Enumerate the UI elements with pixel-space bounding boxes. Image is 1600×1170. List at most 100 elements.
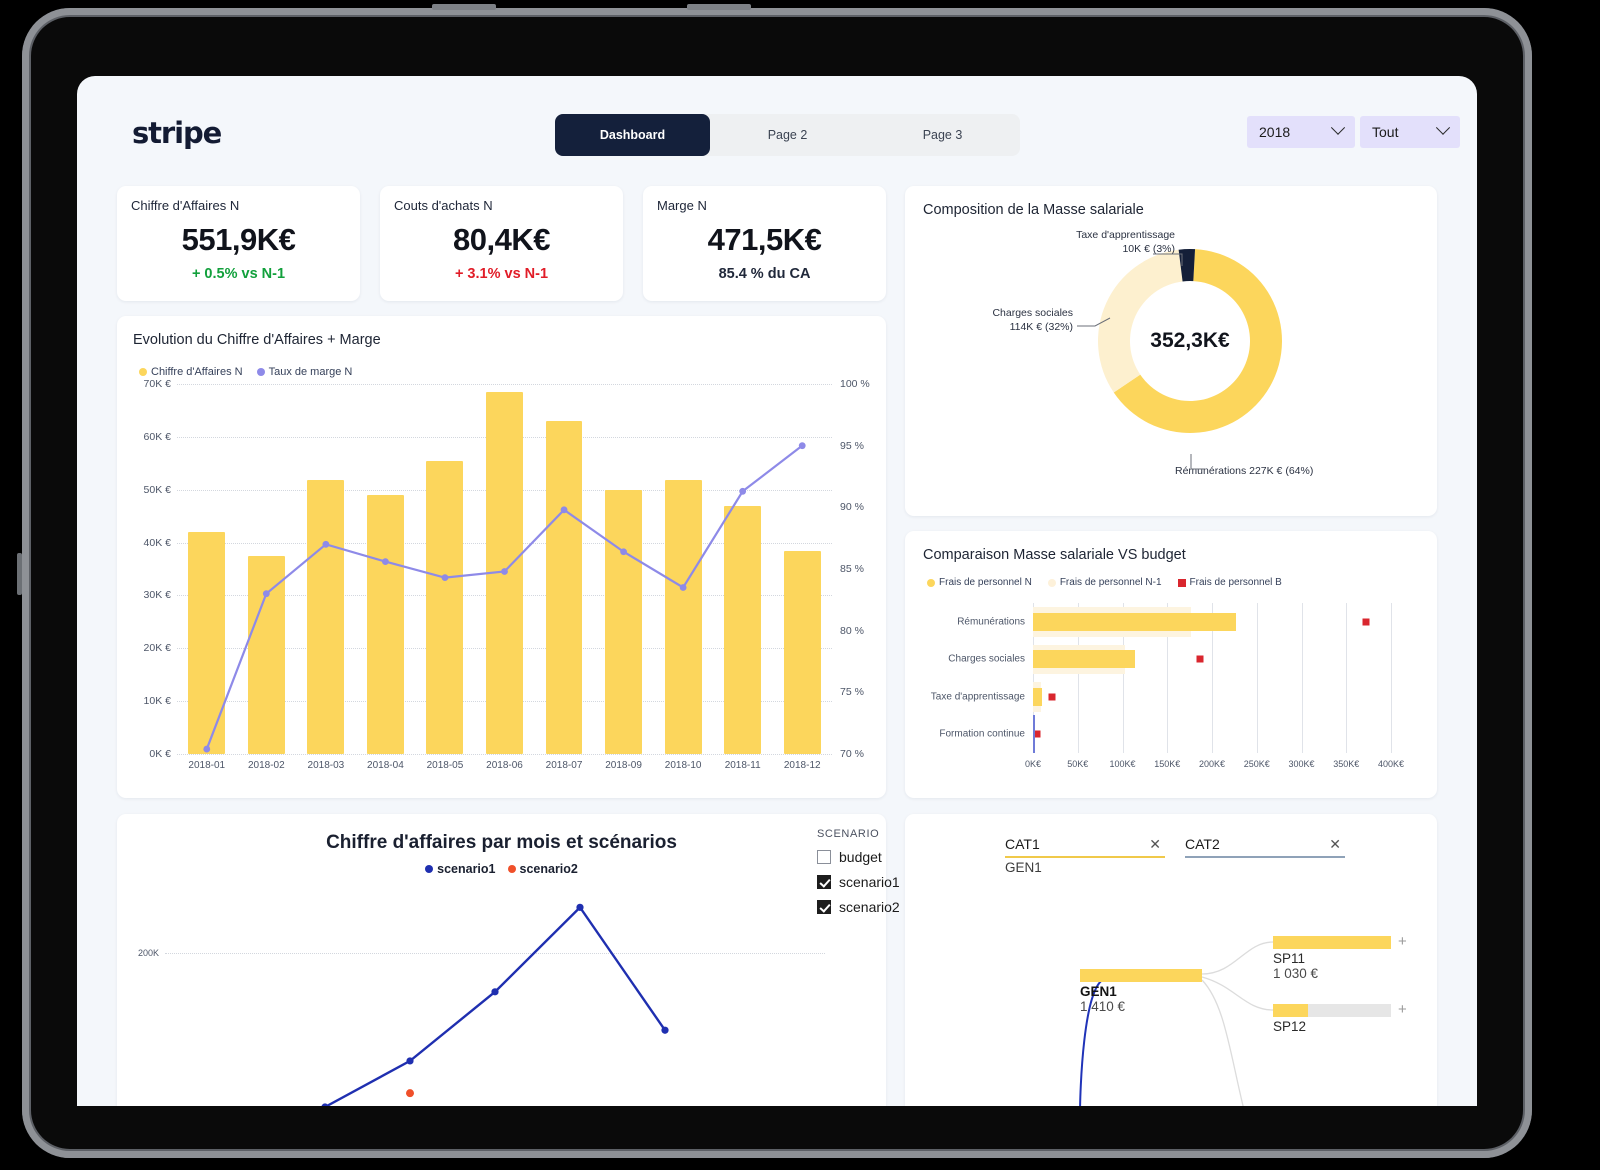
legend-dot-icon (139, 368, 147, 376)
legend-item-ca[interactable]: Chiffre d'Affaires N (139, 366, 243, 378)
comparison-bar-n[interactable] (1033, 650, 1136, 669)
tree-node-sp11[interactable]: + SP11 1 030 € (1273, 933, 1407, 981)
kpi-delta: + 0.5% vs N-1 (191, 266, 286, 282)
scope-filter-value: Tout (1372, 124, 1399, 140)
expand-icon[interactable]: + (1398, 1001, 1407, 1018)
y-axis-tick-label: 10K € (143, 695, 171, 708)
kpi-value: 80,4K€ (453, 222, 550, 257)
tree-node-name: SP11 (1273, 951, 1306, 966)
scope-filter-dropdown[interactable]: Tout (1360, 116, 1460, 148)
tree-node-bar-fill (1080, 969, 1202, 982)
legend-item-frais-b[interactable]: Frais de personnel B (1177, 577, 1282, 588)
legend-item-taux-marge[interactable]: Taux de marge N (256, 366, 352, 378)
x-axis-tick-label: 0K€ (1024, 759, 1042, 769)
kpi-title: Marge N (657, 198, 707, 213)
y-axis-tick-label: 0K € (149, 748, 171, 760)
y2-axis-tick-label: 70 % (840, 748, 864, 760)
scenario-plot-area: 200K (138, 892, 825, 1106)
y2-axis-tick-label: 80 % (840, 624, 864, 637)
checkbox-checked-icon[interactable] (817, 875, 831, 889)
legend-dot-icon (256, 368, 265, 376)
option-label: scenario1 (839, 874, 900, 890)
y2-axis-tick-label: 100 % (840, 378, 870, 390)
y-axis-category-label: Charges sociales (948, 653, 1025, 665)
legend-dot-icon (1047, 578, 1056, 587)
kpi-delta: + 3.1% vs N-1 (454, 266, 549, 282)
chart-title: Chiffre d'affaires par mois et scénarios (326, 832, 677, 853)
kpi-value: 551,9K€ (181, 222, 296, 257)
x-axis-tick-label: 2018-05 (426, 760, 464, 771)
donut-label-taxe: Taxe d'apprentissage 10K € (3%) (1076, 229, 1175, 255)
tree-node-gen1[interactable]: GEN1 1 410 € (1080, 969, 1202, 1014)
tab-page-3[interactable]: Page 3 (865, 114, 1020, 156)
chart-legend: Chiffre d'Affaires N Taux de marge N (139, 366, 352, 378)
y-axis-tick-label: 60K € (143, 430, 171, 443)
tree-node-sp12[interactable]: + SP12 (1273, 1001, 1407, 1034)
taux-de-marge-line (203, 442, 806, 753)
expand-icon[interactable]: + (1398, 933, 1407, 950)
x-axis-tick-label: 350K€ (1333, 759, 1360, 769)
masse-salariale-donut-card: Composition de la Masse salariale 352,3K… (905, 186, 1437, 516)
y-axis-tick-label: 200K (137, 948, 159, 959)
kpi-card-couts-achats: Couts d'achats N 80,4K€ + 3.1% vs N-1 (380, 186, 623, 301)
gridline (1301, 603, 1303, 753)
chart-legend: Frais de personnel N Frais de personnel … (927, 577, 1282, 588)
donut-chart: 352,3K€ (1090, 241, 1290, 441)
kpi-card-marge: Marge N 471,5K€ 85.4 % du CA (643, 186, 886, 301)
app-header: stripe Dashboard Page 2 Page 3 2018 Tout (77, 76, 1477, 168)
tree-node-bar-fill (1273, 1004, 1309, 1017)
year-filter-value: 2018 (1259, 124, 1291, 140)
comparison-marker-budget[interactable] (1362, 618, 1370, 626)
comparison-marker-budget[interactable] (1048, 693, 1056, 701)
y2-axis-tick-label: 95 % (840, 439, 864, 452)
year-filter-dropdown[interactable]: 2018 (1247, 116, 1355, 148)
tab-page-2[interactable]: Page 2 (710, 114, 865, 156)
tree-node-bar-fill (1273, 936, 1391, 949)
legend-item-frais-n1[interactable]: Frais de personnel N-1 (1047, 577, 1162, 588)
legend-square-icon (1177, 578, 1186, 587)
chart-title: Comparaison Masse salariale VS budget (923, 547, 1186, 563)
tab-dashboard[interactable]: Dashboard (555, 114, 710, 156)
tree-node-value: 1 030 € (1273, 966, 1319, 981)
legend-item-scenario2[interactable]: scenario2 (507, 862, 578, 876)
comparison-marker-budget[interactable] (1196, 655, 1204, 663)
scenario-lines (321, 903, 669, 1106)
tree-node-bar: + (1273, 1001, 1407, 1018)
x-axis-tick-label: 100K€ (1109, 759, 1136, 769)
y2-axis-tick-label: 90 % (840, 501, 864, 514)
gridline (1256, 603, 1258, 753)
x-axis-tick-label: 400K€ (1377, 759, 1405, 769)
chart-title: Evolution du Chiffre d'Affaires + Marge (133, 332, 381, 348)
gridline (1391, 603, 1392, 753)
option-label: budget (839, 849, 882, 865)
formation-continue-marker (1033, 715, 1035, 753)
legend-dot-icon (425, 865, 434, 873)
tree-node-value: 1 410 € (1080, 999, 1126, 1014)
tree-node-name: SP12 (1273, 1019, 1307, 1034)
device-side-button (17, 553, 22, 595)
legend-item-scenario1[interactable]: scenario1 (425, 862, 496, 876)
tablet-device-frame: stripe Dashboard Page 2 Page 3 2018 Tout… (17, 4, 1532, 1158)
stripe-logo: stripe (132, 116, 222, 150)
decomposition-tree-card: CAT1 ✕ GEN1 CAT2 ✕ + SP11 1 030 € GEN1 1… (905, 814, 1437, 1106)
device-top-button-1 (432, 4, 496, 10)
chevron-down-icon (1330, 120, 1346, 135)
x-axis-tick-label: 250K€ (1243, 759, 1270, 769)
checkbox-unchecked-icon[interactable] (817, 850, 831, 864)
kpi-delta: 85.4 % du CA (718, 266, 811, 282)
x-axis-tick-label: 2018-09 (605, 760, 642, 771)
kpi-value: 471,5K€ (707, 222, 822, 257)
comparison-bar-n[interactable] (1033, 612, 1237, 631)
gridline (1346, 603, 1348, 753)
page-tabs[interactable]: Dashboard Page 2 Page 3 (555, 114, 1020, 156)
option-label: scenario2 (839, 899, 900, 915)
chevron-down-icon (1435, 120, 1451, 135)
comparison-bar-n[interactable] (1033, 687, 1042, 706)
x-axis-tick-label: 2018-02 (247, 760, 285, 771)
comparison-plot-area: 0K€ 50K€ 100K€ 150K€ 200K€ 250K€ 300K€ 350K€ 400… (931, 603, 1404, 769)
kpi-card-chiffre-affaires: Chiffre d'Affaires N 551,9K€ + 0.5% vs N… (117, 186, 360, 301)
legend-label: Frais de personnel B (1189, 577, 1282, 588)
x-axis-tick-label: 2018-01 (188, 760, 226, 771)
checkbox-checked-icon[interactable] (817, 900, 831, 914)
legend-item-frais-n[interactable]: Frais de personnel N (927, 577, 1032, 588)
